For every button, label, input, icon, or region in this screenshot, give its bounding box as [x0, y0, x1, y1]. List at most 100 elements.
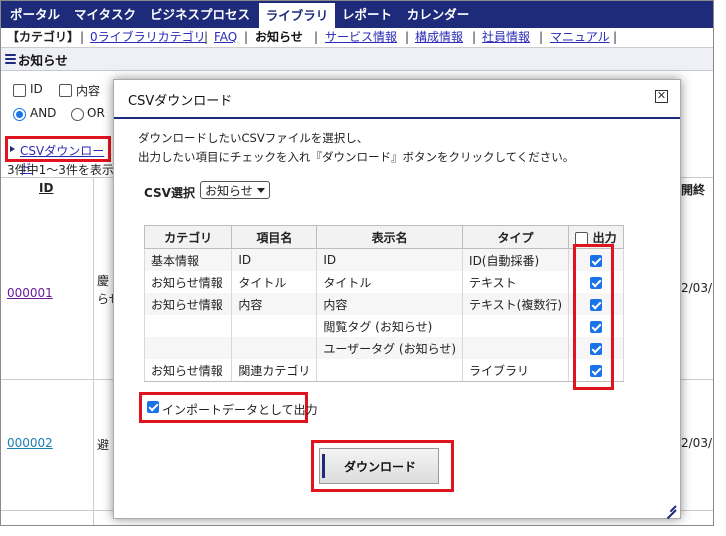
field-item: ID — [231, 248, 318, 271]
category-link-service[interactable]: サービス情報 — [325, 28, 397, 47]
top-navigation: ポータル マイタスク ビジネスプロセス ライブラリ レポート カレンダー — [1, 1, 713, 28]
field-item — [231, 315, 318, 337]
field-display — [316, 359, 464, 382]
column-header-type: タイプ — [462, 225, 570, 249]
field-table: カテゴリ 項目名 表示名 タイプ 出力 基本情報 ID ID ID(自動採番) … — [143, 225, 624, 382]
field-row: お知らせ情報 タイトル タイトル テキスト — [143, 271, 624, 293]
tab-library[interactable]: ライブラリ — [259, 3, 335, 28]
id-column-header[interactable]: ID — [39, 181, 53, 195]
row-title: 慶 — [97, 274, 110, 288]
content-checkbox[interactable] — [59, 84, 72, 97]
field-type: テキスト(複数行) — [462, 293, 570, 315]
chevron-down-icon — [257, 188, 265, 193]
field-category: お知らせ情報 — [143, 271, 233, 293]
csv-select-dropdown[interactable]: お知らせ — [200, 181, 270, 199]
separator: | — [539, 30, 544, 44]
field-type: テキスト — [462, 271, 570, 293]
category-label: 【カテゴリ】 — [7, 30, 80, 44]
or-radio[interactable] — [71, 108, 84, 121]
row-date: 2/03/2 — [681, 281, 713, 295]
or-radio-label: OR — [87, 106, 105, 120]
separator: | — [613, 30, 618, 44]
column-header-item: 項目名 — [231, 225, 318, 249]
dialog-title: CSVダウンロード — [128, 94, 233, 109]
dialog-description-line2: 出力したい項目にチェックを入れ『ダウンロード』ボタンをクリックしてください。 — [138, 150, 575, 164]
row-title: 避 — [97, 438, 110, 452]
field-display: 閲覧タグ (お知らせ) — [316, 315, 464, 337]
field-item: タイトル — [231, 271, 318, 293]
field-type — [462, 337, 570, 359]
close-icon[interactable]: ✕ — [655, 90, 668, 103]
import-checkbox-label: インポートデータとして出力 — [162, 403, 318, 417]
category-current: お知らせ — [255, 30, 303, 44]
separator: | — [80, 30, 85, 44]
field-table-header: カテゴリ 項目名 表示名 タイプ 出力 — [143, 225, 624, 249]
field-type: ID(自動採番) — [462, 248, 570, 271]
field-row: 基本情報 ID ID ID(自動採番) — [143, 248, 624, 271]
field-row: お知らせ情報 内容 内容 テキスト(複数行) — [143, 293, 624, 315]
field-row: ユーザータグ (お知らせ) — [143, 337, 624, 359]
category-link-config[interactable]: 構成情報 — [415, 28, 463, 47]
select-all-checkbox[interactable] — [575, 231, 589, 245]
csv-download-link-highlight: CSVダウンロード — [5, 136, 111, 175]
field-type — [462, 315, 570, 337]
field-category — [143, 337, 233, 359]
result-count: 3件中1～3件を表示 — [7, 163, 114, 177]
field-item — [231, 337, 318, 359]
field-display: 内容 — [316, 293, 464, 315]
field-display: ユーザータグ (お知らせ) — [316, 337, 464, 359]
field-item: 関連カテゴリ — [231, 359, 318, 382]
category-bar: 【カテゴリ】 | 0ライブラリカテゴリ | FAQ | お知らせ | サービス情… — [1, 28, 713, 48]
content-checkbox-label: 内容 — [76, 84, 101, 98]
import-checkbox[interactable] — [147, 401, 159, 413]
tab-calendar[interactable]: カレンダー — [401, 1, 475, 28]
separator: | — [314, 30, 319, 44]
category-link-manual[interactable]: マニュアル — [550, 28, 610, 47]
tab-portal[interactable]: ポータル — [3, 1, 67, 28]
arrow-icon — [10, 146, 15, 152]
row-id-link[interactable]: 000002 — [7, 436, 53, 450]
app-window: ポータル マイタスク ビジネスプロセス ライブラリ レポート カレンダー 【カテ… — [0, 0, 714, 526]
and-radio[interactable] — [13, 108, 26, 121]
list-icon — [5, 54, 16, 64]
column-divider — [93, 177, 94, 525]
id-checkbox-label: ID — [30, 82, 43, 96]
tab-mytask[interactable]: マイタスク — [69, 1, 141, 28]
column-header-display: 表示名 — [316, 225, 464, 249]
separator: | — [244, 30, 249, 44]
id-checkbox[interactable] — [13, 84, 26, 97]
field-row: お知らせ情報 関連カテゴリ ライブラリ — [143, 359, 624, 382]
separator: | — [405, 30, 410, 44]
download-button[interactable]: ダウンロード — [319, 448, 439, 484]
field-display: タイトル — [316, 271, 464, 293]
category-link-library[interactable]: 0ライブラリカテゴリ — [90, 28, 206, 47]
download-button-label: ダウンロード — [343, 460, 416, 474]
category-link-employee[interactable]: 社員情報 — [482, 28, 530, 47]
output-header-label: 出力 — [592, 230, 617, 245]
row-id-link[interactable]: 000001 — [7, 286, 53, 300]
field-row: 閲覧タグ (お知らせ) — [143, 315, 624, 337]
tab-report[interactable]: レポート — [337, 1, 397, 28]
csv-select-value: お知らせ — [205, 184, 253, 198]
field-category: お知らせ情報 — [143, 359, 233, 382]
dialog-header: CSVダウンロード ✕ — [114, 80, 680, 119]
field-display: ID — [316, 248, 464, 271]
column-header-category: カテゴリ — [143, 225, 233, 249]
field-item: 内容 — [231, 293, 318, 315]
csv-download-dialog: CSVダウンロード ✕ ダウンロードしたいCSVファイルを選択し、 出力したい項… — [113, 79, 681, 520]
field-category: お知らせ情報 — [143, 293, 233, 315]
row-date: 2/03/2 — [681, 436, 713, 450]
tab-business-process[interactable]: ビジネスプロセス — [146, 1, 254, 28]
separator: | — [472, 30, 477, 44]
csv-select-label: CSV選択 — [144, 186, 195, 200]
separator: | — [204, 30, 209, 44]
field-category — [143, 315, 233, 337]
dialog-description-line1: ダウンロードしたいCSVファイルを選択し、 — [138, 131, 369, 145]
resize-grip-icon[interactable] — [664, 500, 677, 520]
section-title: お知らせ — [18, 53, 68, 68]
category-link-faq[interactable]: FAQ — [214, 28, 237, 47]
and-radio-label: AND — [30, 106, 57, 120]
output-column-highlight — [573, 244, 614, 390]
section-header: お知らせ — [1, 48, 713, 71]
field-type: ライブラリ — [462, 359, 570, 382]
